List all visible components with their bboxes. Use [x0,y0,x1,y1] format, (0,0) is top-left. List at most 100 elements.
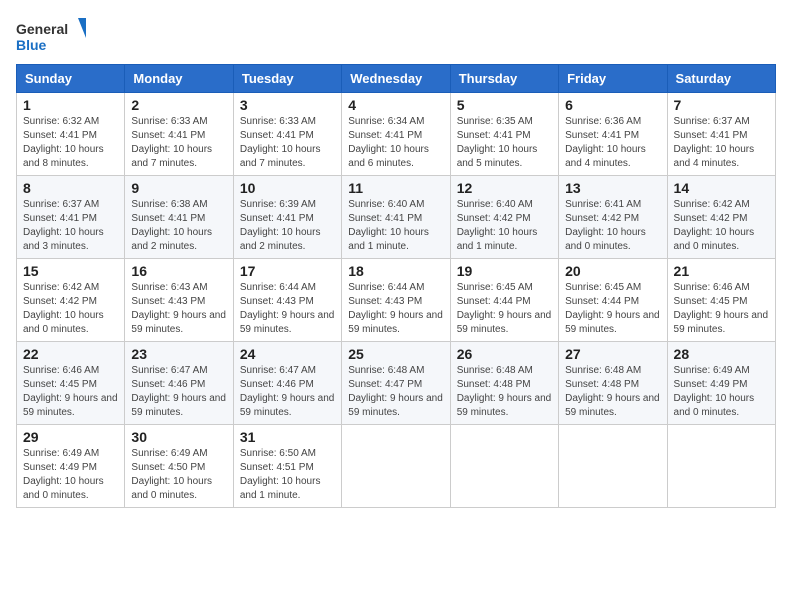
calendar-day-cell: 25 Sunrise: 6:48 AMSunset: 4:47 PMDaylig… [342,342,450,425]
calendar-day-cell: 27 Sunrise: 6:48 AMSunset: 4:48 PMDaylig… [559,342,667,425]
calendar-day-cell: 11 Sunrise: 6:40 AMSunset: 4:41 PMDaylig… [342,176,450,259]
day-detail: Sunrise: 6:49 AMSunset: 4:49 PMDaylight:… [23,448,104,501]
calendar-day-cell: 10 Sunrise: 6:39 AMSunset: 4:41 PMDaylig… [233,176,341,259]
day-detail: Sunrise: 6:47 AMSunset: 4:46 PMDaylight:… [240,365,335,418]
day-number: 5 [457,97,552,113]
day-number: 3 [240,97,335,113]
svg-text:Blue: Blue [16,37,47,53]
calendar-day-cell: 2 Sunrise: 6:33 AMSunset: 4:41 PMDayligh… [125,93,233,176]
day-number: 31 [240,429,335,445]
day-detail: Sunrise: 6:44 AMSunset: 4:43 PMDaylight:… [348,282,443,335]
day-number: 19 [457,263,552,279]
calendar-header-wednesday: Wednesday [342,65,450,93]
calendar-day-cell: 23 Sunrise: 6:47 AMSunset: 4:46 PMDaylig… [125,342,233,425]
day-detail: Sunrise: 6:34 AMSunset: 4:41 PMDaylight:… [348,116,429,169]
day-number: 2 [131,97,226,113]
calendar-header-tuesday: Tuesday [233,65,341,93]
calendar-day-cell [450,425,558,508]
day-detail: Sunrise: 6:35 AMSunset: 4:41 PMDaylight:… [457,116,538,169]
day-number: 23 [131,346,226,362]
calendar-day-cell [559,425,667,508]
calendar-week-row: 15 Sunrise: 6:42 AMSunset: 4:42 PMDaylig… [17,259,776,342]
day-detail: Sunrise: 6:45 AMSunset: 4:44 PMDaylight:… [565,282,660,335]
calendar-day-cell: 26 Sunrise: 6:48 AMSunset: 4:48 PMDaylig… [450,342,558,425]
day-number: 10 [240,180,335,196]
page-header: General Blue [16,16,776,56]
day-number: 29 [23,429,118,445]
day-detail: Sunrise: 6:33 AMSunset: 4:41 PMDaylight:… [240,116,321,169]
day-detail: Sunrise: 6:43 AMSunset: 4:43 PMDaylight:… [131,282,226,335]
day-number: 9 [131,180,226,196]
calendar-week-row: 1 Sunrise: 6:32 AMSunset: 4:41 PMDayligh… [17,93,776,176]
calendar-header-friday: Friday [559,65,667,93]
calendar-day-cell: 13 Sunrise: 6:41 AMSunset: 4:42 PMDaylig… [559,176,667,259]
day-detail: Sunrise: 6:50 AMSunset: 4:51 PMDaylight:… [240,448,321,501]
day-number: 28 [674,346,769,362]
day-number: 12 [457,180,552,196]
day-detail: Sunrise: 6:46 AMSunset: 4:45 PMDaylight:… [674,282,769,335]
day-number: 7 [674,97,769,113]
calendar-week-row: 8 Sunrise: 6:37 AMSunset: 4:41 PMDayligh… [17,176,776,259]
day-number: 24 [240,346,335,362]
day-number: 4 [348,97,443,113]
calendar-header-row: SundayMondayTuesdayWednesdayThursdayFrid… [17,65,776,93]
day-detail: Sunrise: 6:37 AMSunset: 4:41 PMDaylight:… [23,199,104,252]
day-number: 18 [348,263,443,279]
calendar-day-cell: 7 Sunrise: 6:37 AMSunset: 4:41 PMDayligh… [667,93,775,176]
day-detail: Sunrise: 6:49 AMSunset: 4:50 PMDaylight:… [131,448,212,501]
day-detail: Sunrise: 6:48 AMSunset: 4:48 PMDaylight:… [565,365,660,418]
day-number: 15 [23,263,118,279]
day-detail: Sunrise: 6:48 AMSunset: 4:47 PMDaylight:… [348,365,443,418]
day-detail: Sunrise: 6:33 AMSunset: 4:41 PMDaylight:… [131,116,212,169]
calendar-day-cell: 30 Sunrise: 6:49 AMSunset: 4:50 PMDaylig… [125,425,233,508]
day-number: 22 [23,346,118,362]
day-detail: Sunrise: 6:42 AMSunset: 4:42 PMDaylight:… [674,199,755,252]
day-number: 20 [565,263,660,279]
calendar-day-cell: 29 Sunrise: 6:49 AMSunset: 4:49 PMDaylig… [17,425,125,508]
calendar-day-cell [342,425,450,508]
day-detail: Sunrise: 6:40 AMSunset: 4:42 PMDaylight:… [457,199,538,252]
calendar-day-cell: 28 Sunrise: 6:49 AMSunset: 4:49 PMDaylig… [667,342,775,425]
calendar-day-cell: 19 Sunrise: 6:45 AMSunset: 4:44 PMDaylig… [450,259,558,342]
calendar-day-cell: 1 Sunrise: 6:32 AMSunset: 4:41 PMDayligh… [17,93,125,176]
logo: General Blue [16,16,86,56]
calendar-day-cell: 20 Sunrise: 6:45 AMSunset: 4:44 PMDaylig… [559,259,667,342]
calendar-day-cell: 15 Sunrise: 6:42 AMSunset: 4:42 PMDaylig… [17,259,125,342]
calendar-day-cell [667,425,775,508]
calendar-day-cell: 31 Sunrise: 6:50 AMSunset: 4:51 PMDaylig… [233,425,341,508]
calendar-day-cell: 4 Sunrise: 6:34 AMSunset: 4:41 PMDayligh… [342,93,450,176]
day-detail: Sunrise: 6:41 AMSunset: 4:42 PMDaylight:… [565,199,646,252]
day-detail: Sunrise: 6:37 AMSunset: 4:41 PMDaylight:… [674,116,755,169]
day-detail: Sunrise: 6:39 AMSunset: 4:41 PMDaylight:… [240,199,321,252]
day-detail: Sunrise: 6:47 AMSunset: 4:46 PMDaylight:… [131,365,226,418]
calendar-header-thursday: Thursday [450,65,558,93]
calendar-header-monday: Monday [125,65,233,93]
day-number: 6 [565,97,660,113]
day-number: 11 [348,180,443,196]
calendar-header-sunday: Sunday [17,65,125,93]
day-number: 21 [674,263,769,279]
calendar-week-row: 29 Sunrise: 6:49 AMSunset: 4:49 PMDaylig… [17,425,776,508]
calendar-day-cell: 21 Sunrise: 6:46 AMSunset: 4:45 PMDaylig… [667,259,775,342]
day-detail: Sunrise: 6:38 AMSunset: 4:41 PMDaylight:… [131,199,212,252]
calendar-day-cell: 8 Sunrise: 6:37 AMSunset: 4:41 PMDayligh… [17,176,125,259]
calendar-day-cell: 6 Sunrise: 6:36 AMSunset: 4:41 PMDayligh… [559,93,667,176]
day-number: 16 [131,263,226,279]
day-number: 30 [131,429,226,445]
day-detail: Sunrise: 6:45 AMSunset: 4:44 PMDaylight:… [457,282,552,335]
day-number: 14 [674,180,769,196]
day-number: 26 [457,346,552,362]
calendar-day-cell: 17 Sunrise: 6:44 AMSunset: 4:43 PMDaylig… [233,259,341,342]
calendar-day-cell: 14 Sunrise: 6:42 AMSunset: 4:42 PMDaylig… [667,176,775,259]
calendar-week-row: 22 Sunrise: 6:46 AMSunset: 4:45 PMDaylig… [17,342,776,425]
calendar-day-cell: 9 Sunrise: 6:38 AMSunset: 4:41 PMDayligh… [125,176,233,259]
day-number: 17 [240,263,335,279]
day-detail: Sunrise: 6:48 AMSunset: 4:48 PMDaylight:… [457,365,552,418]
day-detail: Sunrise: 6:42 AMSunset: 4:42 PMDaylight:… [23,282,104,335]
svg-text:General: General [16,21,68,37]
calendar-day-cell: 24 Sunrise: 6:47 AMSunset: 4:46 PMDaylig… [233,342,341,425]
calendar-day-cell: 3 Sunrise: 6:33 AMSunset: 4:41 PMDayligh… [233,93,341,176]
day-detail: Sunrise: 6:32 AMSunset: 4:41 PMDaylight:… [23,116,104,169]
calendar-day-cell: 16 Sunrise: 6:43 AMSunset: 4:43 PMDaylig… [125,259,233,342]
day-detail: Sunrise: 6:36 AMSunset: 4:41 PMDaylight:… [565,116,646,169]
